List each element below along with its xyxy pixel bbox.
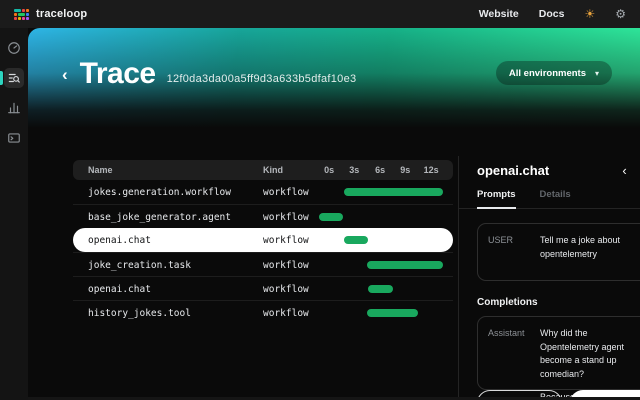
sidebar-item-dashboard[interactable] [4,38,24,58]
environment-selector[interactable]: All environments ▾ [496,61,612,85]
time-tick: 12s [424,165,439,175]
docs-link[interactable]: Docs [539,8,565,20]
span-detail-title: openai.chat [477,163,549,178]
table-row[interactable]: history_jokes.tool workflow [73,300,453,324]
traceloop-logo-icon [14,9,29,20]
brand[interactable]: traceloop [14,8,87,20]
completion-paragraph: Why did the Opentelemetry agent become a… [540,327,640,381]
bar-chart-icon [7,101,21,115]
top-bar: traceloop Website Docs ☀ ⚙ [0,0,640,28]
website-link[interactable]: Website [479,8,519,20]
span-duration-bar [344,236,368,244]
environment-selector-label: All environments [509,68,586,79]
span-list-area: Name Kind 0s 3s 6s 9s 12s jokes.generati… [56,156,458,400]
sidebar-item-analytics[interactable] [4,98,24,118]
span-detail-panel: openai.chat ‹ › Prompts Details USER Tel… [458,156,640,400]
span-rows: jokes.generation.workflow workflow base_… [73,180,453,324]
span-duration-track [319,253,445,277]
span-kind: workflow [263,284,309,295]
span-duration-track [319,205,445,229]
span-duration-bar [367,309,418,317]
settings-gear-icon[interactable]: ⚙ [615,8,626,20]
trace-search-icon [7,71,21,85]
sidebar-item-traces[interactable] [4,68,24,88]
table-row[interactable]: jokes.generation.workflow workflow [73,180,453,204]
span-name: history_jokes.tool [88,308,191,319]
brand-name: traceloop [36,8,87,20]
span-kind: workflow [263,260,309,271]
completion-text: Why did the Opentelemetry agent become a… [540,327,640,379]
span-duration-bar [319,213,343,221]
time-tick: 0s [324,165,334,175]
tab-details[interactable]: Details [540,189,571,208]
assistant-completion-box: Assistant Why did the Opentelemetry agen… [477,316,640,390]
sidebar-item-playground[interactable] [4,128,24,148]
time-axis: 0s 3s 6s 9s 12s [319,165,445,175]
span-duration-bar [344,188,443,196]
detail-tabs: Prompts Details [459,189,640,209]
chevron-down-icon: ▾ [595,69,599,78]
trace-header: ‹ Trace 12f0da3da00a5ff9d3a633b5dfaf10e3… [28,28,640,128]
topbar-links: Website Docs ☀ ⚙ [479,8,626,20]
span-table-header: Name Kind 0s 3s 6s 9s 12s [73,160,453,180]
tab-prompts[interactable]: Prompts [477,189,516,209]
span-name: joke_creation.task [88,260,191,271]
gauge-icon [7,41,21,55]
prompt-text: Tell me a joke about opentelemetry [540,234,640,270]
user-prompt-box: USER Tell me a joke about opentelemetry [477,223,640,281]
time-tick: 3s [349,165,359,175]
active-indicator [0,71,3,85]
span-table: Name Kind 0s 3s 6s 9s 12s jokes.generati… [73,160,453,324]
back-button[interactable]: ‹ [62,66,68,83]
column-header-name: Name [88,165,113,175]
time-tick: 6s [375,165,385,175]
terminal-window-icon [7,131,21,145]
theme-toggle-sun-icon[interactable]: ☀ [584,8,595,20]
span-duration-bar [368,285,393,293]
completion-role-label: Assistant [488,327,530,379]
table-row[interactable]: joke_creation.task workflow [73,252,453,276]
span-name: openai.chat [88,235,151,246]
app-window: traceloop Website Docs ☀ ⚙ [0,0,640,400]
span-kind: workflow [263,187,309,198]
table-row[interactable]: openai.chat workflow [73,228,453,252]
span-duration-bar [367,261,443,269]
column-header-kind: Kind [263,165,283,175]
span-duration-track [319,228,445,252]
trace-id: 12f0da3da00a5ff9d3a633b5dfaf10e3 [167,73,357,85]
span-kind: workflow [263,235,309,246]
page-title: Trace [80,57,156,91]
prev-span-button[interactable]: ‹ [622,164,626,177]
table-row[interactable]: openai.chat workflow [73,276,453,300]
span-name: base_joke_generator.agent [88,212,231,223]
span-duration-track [319,301,445,325]
main-area: ‹ Trace 12f0da3da00a5ff9d3a633b5dfaf10e3… [28,28,640,400]
time-tick: 9s [400,165,410,175]
span-kind: workflow [263,212,309,223]
span-duration-track [319,180,445,204]
span-kind: workflow [263,308,309,319]
sidebar-nav [0,28,28,400]
table-row[interactable]: base_joke_generator.agent workflow [73,204,453,228]
span-name: jokes.generation.workflow [88,187,231,198]
prompt-role-label: USER [488,234,530,270]
span-name: openai.chat [88,284,151,295]
span-duration-track [319,277,445,301]
content-row: Name Kind 0s 3s 6s 9s 12s jokes.generati… [56,156,640,400]
completions-heading: Completions [477,297,640,308]
